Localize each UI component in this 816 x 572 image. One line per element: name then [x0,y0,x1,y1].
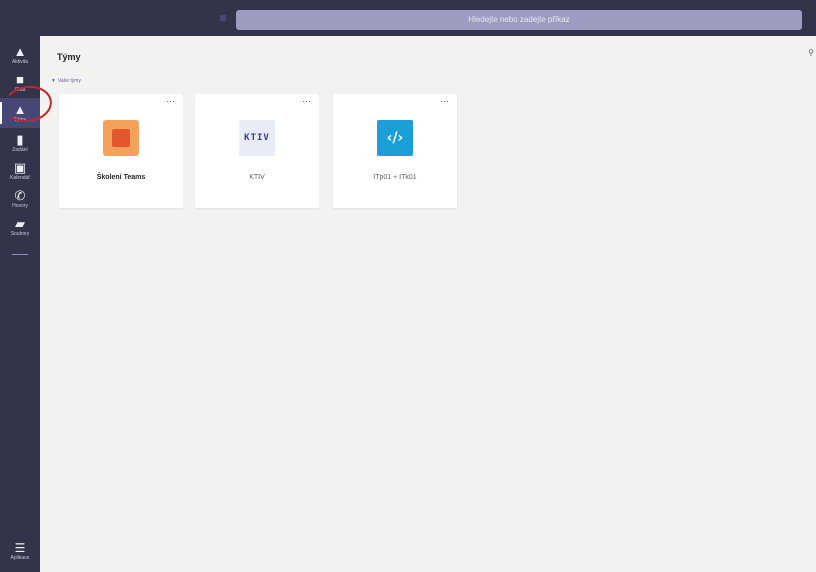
team-card[interactable]: ··· KTIV KTIV [195,94,319,208]
code-icon: ‹/› [386,130,404,146]
rail-label: Chat [14,87,26,93]
rail-label: Soubory [10,231,30,237]
section-label: Vaše týmy [57,78,81,84]
apps-icon: ☰ [14,541,26,555]
rail-item-calendar[interactable]: ▣ Kalendář [0,156,40,186]
rail-item-calls[interactable]: ✆ Hovory [0,184,40,214]
rail-item-apps[interactable]: ☰ Aplikace [0,536,40,566]
rail-label: Zadání [12,147,28,153]
team-name: Školení Teams [96,174,146,181]
file-icon: ▰ [15,216,25,231]
more-options-icon[interactable]: ··· [302,96,311,106]
filter-icon[interactable]: ⚲ [808,48,814,57]
more-options-icon[interactable]: ··· [166,96,175,106]
section-toggle[interactable]: ▼ Vaše týmy [51,78,81,84]
teams-icon: ▲ [13,102,27,117]
rail-item-files[interactable]: ▰ Soubory [0,212,40,242]
top-bar-left [0,0,230,36]
app-rail: ▲ Aktivita ■ Chat ▲ Týmy ▮ Zadání ▣ Kale… [0,36,40,572]
team-name: ITp01 + ITk01 [373,174,417,181]
back-icon[interactable] [220,15,226,21]
rail-label: Hovory [12,203,28,209]
team-avatar: ‹/› [377,120,413,156]
team-card[interactable]: ··· ‹/› ITp01 + ITk01 [333,94,457,208]
more-options-icon[interactable]: ··· [440,96,449,106]
calendar-icon: ▣ [13,160,27,175]
bell-icon: ▲ [13,44,27,59]
more-apps-button[interactable] [12,254,28,255]
team-avatar [103,120,139,156]
team-avatar-inner [112,129,130,147]
rail-label: Týmy [13,117,27,123]
team-card[interactable]: ··· Školení Teams [59,94,183,208]
search-input[interactable]: Hledejte nebo zadejte příkaz [236,10,802,30]
assignments-icon: ▮ [16,132,24,147]
main-header: Týmy ⚲ [40,36,816,76]
rail-item-teams[interactable]: ▲ Týmy [0,98,40,128]
rail-item-activity[interactable]: ▲ Aktivita [0,40,40,70]
top-bar-right [802,0,816,36]
rail-label: Aplikace [10,555,30,561]
rail-item-assignments[interactable]: ▮ Zadání [0,128,40,158]
team-name: KTIV [249,174,265,181]
chat-icon: ■ [16,72,24,87]
team-avatar-text: KTIV [244,133,270,143]
rail-label: Kalendář [9,175,30,181]
top-bar: Hledejte nebo zadejte příkaz [0,0,816,36]
rail-item-chat[interactable]: ■ Chat [0,68,40,98]
chevron-down-icon: ▼ [51,78,56,84]
page-title: Týmy [57,52,81,62]
team-avatar: KTIV [239,120,275,156]
rail-label: Aktivita [11,59,29,65]
phone-icon: ✆ [14,188,26,203]
